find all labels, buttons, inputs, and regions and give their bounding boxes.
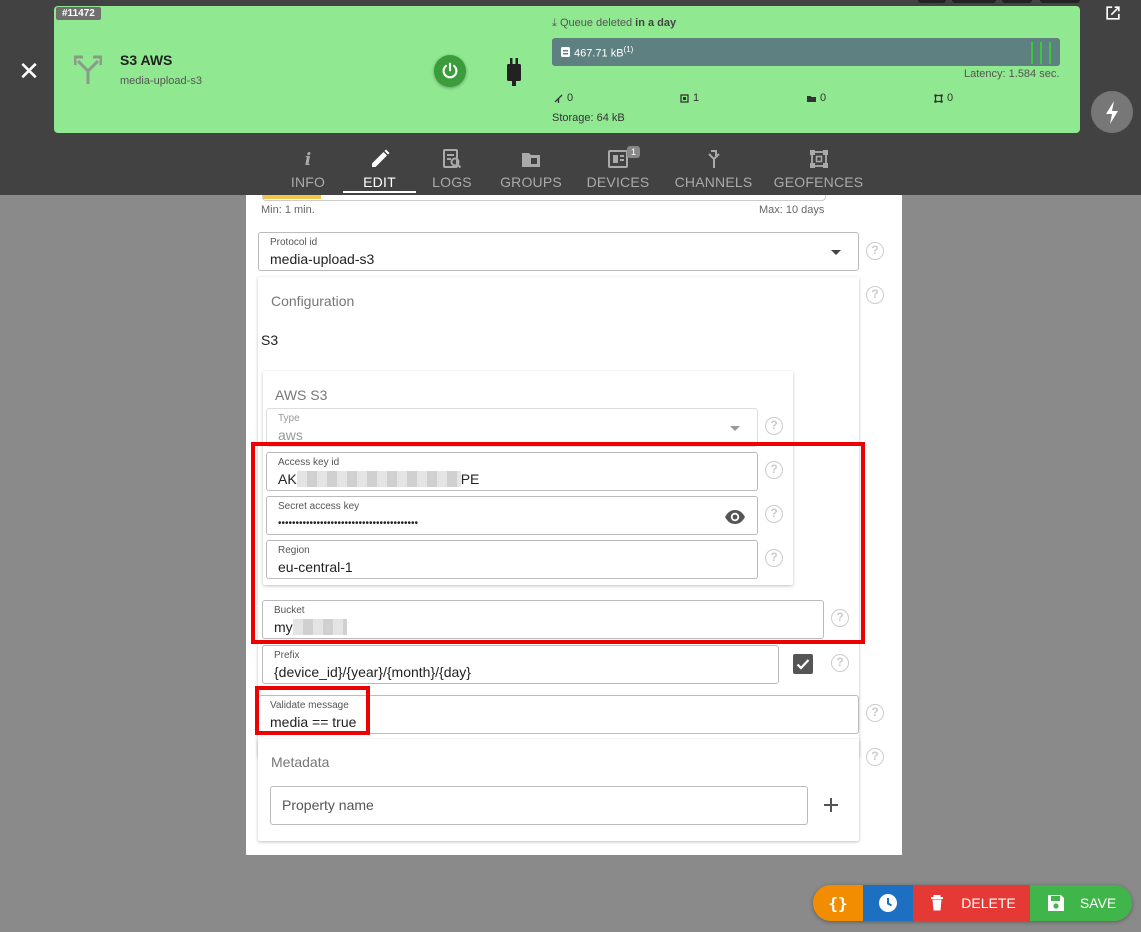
tab-groups[interactable]: GROUPS <box>488 145 574 195</box>
geofences-icon <box>809 150 828 168</box>
power-icon <box>442 62 458 79</box>
ttl-max-label: Max: 10 days <box>759 204 825 216</box>
trash-icon <box>931 895 944 911</box>
stat-groups: 0 <box>807 92 826 104</box>
configuration-title: Configuration <box>271 293 355 309</box>
prefix-field[interactable]: Prefix {device_id}/{year}/{month}/{day} <box>262 645 779 684</box>
history-button[interactable] <box>863 885 913 921</box>
highlight-validate-message <box>255 686 370 735</box>
property-name-input[interactable]: Property name <box>270 786 808 825</box>
plus-icon[interactable] <box>821 795 841 815</box>
chevron-down-icon <box>730 426 740 431</box>
connection-header: ✕ #11472 S3 AWS media-upload-s3 ⤓ Queue … <box>0 0 1141 195</box>
queue-size: 467.71 kB(1) <box>574 45 634 60</box>
checkmark-icon <box>796 659 810 670</box>
queue-tick <box>1031 42 1033 64</box>
stat-geofences: 0 <box>934 92 953 104</box>
ttl-slider-fill <box>263 195 321 199</box>
s3-label: S3 <box>261 332 279 348</box>
prefix-checkbox[interactable] <box>793 654 813 674</box>
bolt-icon <box>1106 101 1118 124</box>
svg-text:i: i <box>305 150 311 170</box>
tab-logs[interactable]: LOGS <box>416 145 488 195</box>
download-icon: ⤓ <box>552 17 557 29</box>
geofence-icon <box>934 93 943 103</box>
json-button[interactable]: {} <box>813 885 863 921</box>
logs-icon <box>443 149 462 169</box>
folder-icon <box>807 95 816 102</box>
metadata-title: Metadata <box>271 754 330 770</box>
connection-title: S3 AWS <box>120 52 173 68</box>
tab-devices[interactable]: DEVICES 1 <box>574 145 662 195</box>
ttl-slider[interactable] <box>262 195 826 201</box>
ttl-min-label: Min: 1 min. <box>261 204 315 216</box>
action-bar: {} DELETE SAVE <box>813 885 1132 921</box>
bolt-button[interactable] <box>1091 91 1133 133</box>
floppy-icon <box>1047 895 1064 911</box>
storage-text: Storage: 64 kB <box>552 112 625 124</box>
toolbar-stub <box>952 0 996 3</box>
toolbar-stub <box>918 0 946 3</box>
queue-tick <box>1049 42 1051 64</box>
help-icon[interactable]: ? <box>866 704 884 722</box>
queue-label: ⤓ Queue deleted in a day <box>552 17 677 29</box>
help-icon[interactable]: ? <box>765 417 783 435</box>
toolbar-stub <box>1002 0 1032 3</box>
queue-bar: 467.71 kB(1) <box>552 38 1060 66</box>
close-icon[interactable]: ✕ <box>18 58 40 84</box>
groups-icon <box>522 153 540 167</box>
connection-id-badge: #11472 <box>56 7 101 20</box>
power-toggle-button[interactable] <box>434 55 466 87</box>
aws-s3-title: AWS S3 <box>275 387 328 403</box>
help-icon[interactable]: ? <box>866 286 884 304</box>
devices-count-badge: 1 <box>627 146 641 158</box>
protocol-id-select[interactable]: Protocol id media-upload-s3 <box>258 232 859 271</box>
device-icon <box>680 93 689 103</box>
stat-channels: 0 <box>554 92 573 104</box>
tab-geofences[interactable]: GEOFENCES <box>765 145 872 195</box>
channels-icon <box>707 150 720 168</box>
info-icon: i <box>305 150 311 170</box>
open-external-icon[interactable] <box>1102 3 1124 23</box>
toolbar-stub <box>1040 0 1080 3</box>
fork-icon <box>74 55 102 84</box>
help-icon[interactable]: ? <box>866 242 884 260</box>
chevron-down-icon <box>831 250 841 255</box>
delete-button[interactable]: DELETE <box>913 885 1030 921</box>
help-icon[interactable]: ? <box>831 654 849 672</box>
help-icon[interactable]: ? <box>866 748 884 766</box>
tab-edit[interactable]: EDIT <box>343 145 416 195</box>
clock-icon <box>879 894 897 912</box>
merge-icon <box>554 94 563 103</box>
queue-tick <box>1040 42 1042 64</box>
pencil-icon <box>371 149 389 167</box>
connection-card: #11472 S3 AWS media-upload-s3 ⤓ Queue de… <box>54 6 1080 133</box>
tab-channels[interactable]: CHANNELS <box>662 145 765 195</box>
connection-subtitle: media-upload-s3 <box>120 75 202 87</box>
stat-devices: 1 <box>680 92 699 104</box>
save-button[interactable]: SAVE <box>1030 885 1132 921</box>
tab-info[interactable]: i INFO <box>273 145 343 195</box>
database-icon <box>561 47 570 57</box>
latency-text: Latency: 1.584 sec. <box>964 68 1060 80</box>
devices-icon <box>608 150 628 168</box>
highlight-credentials <box>251 442 865 644</box>
plug-icon <box>507 58 521 86</box>
tab-bar: i INFO EDIT LOGS GROUPS DEVICES 1 CHANNE… <box>273 145 872 195</box>
